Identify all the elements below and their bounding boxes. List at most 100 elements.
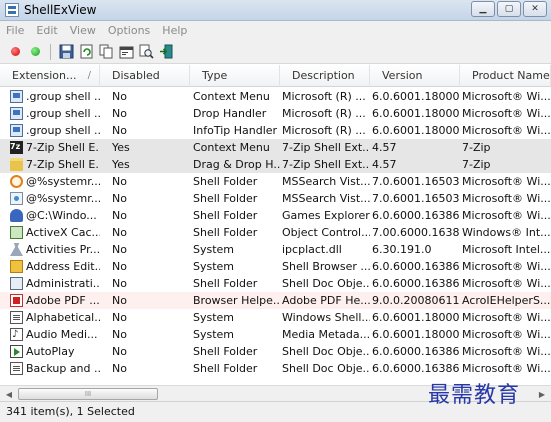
product-name-cell: Microsoft® Wi... [462,328,551,341]
column-header-description[interactable]: Description [280,65,370,87]
description-cell: Games Explorer [282,209,370,222]
extension-cell: .group shell ... [0,105,100,122]
window-title: ShellExView [24,3,97,17]
type-cell: Browser Helpe... [193,294,280,307]
disabled-cell: No [112,107,127,120]
extension-name: @C:\Windo... [26,209,97,222]
description-cell: Microsoft (R) ... [282,124,366,137]
list-header: Extension... / Disabled Type Description … [0,65,551,87]
menu-file[interactable]: File [0,24,30,37]
list-row[interactable]: ActiveX Cac... No Shell Folder Object Contr… [0,224,551,241]
version-cell: 6.0.6001.18000 ... [372,90,460,103]
extension-name: .group shell ... [26,107,100,120]
extension-name: 7-Zip Shell E... [26,141,100,154]
column-header-product-name[interactable]: Product Name [460,65,551,87]
scroll-left-icon[interactable]: ◀ [1,386,17,402]
type-cell: Shell Folder [193,226,258,239]
close-button[interactable]: ✕ [523,1,547,17]
type-cell: Context Menu [193,141,270,154]
audio-icon [10,326,23,343]
version-cell: 6.30.191.0 [372,243,432,256]
menu-help[interactable]: Help [156,24,193,37]
extension-cell: Administrati... [0,275,100,292]
description-cell: Shell Browser ... [282,260,370,273]
disabled-cell: No [112,311,127,324]
list-row[interactable]: Administrati... No Shell Folder Shell Doc O… [0,275,551,292]
list-row[interactable]: Adobe PDF ... No Browser Helpe... Adobe PDF… [0,292,551,309]
minimize-button[interactable]: ▁ [471,1,495,17]
extension-cell: @%systemr... [0,173,100,190]
version-cell: 6.0.6000.16386 ... [372,345,460,358]
column-header-disabled[interactable]: Disabled [100,65,190,87]
internet-explorer-icon [10,192,23,205]
find-icon [139,44,154,59]
toolbar-separator [50,43,51,60]
menu-view[interactable]: View [64,24,102,37]
disabled-cell: No [112,124,127,137]
enable-button[interactable] [26,43,44,61]
extension-name: Alphabetical... [26,311,100,324]
list-row[interactable]: Alphabetical... No System Windows Shell... 6… [0,309,551,326]
version-cell: 6.0.6000.16386 ... [372,277,460,290]
product-name-cell: Microsoft® Wi... [462,124,551,137]
maximize-button[interactable]: ▢ [497,1,521,17]
list-row[interactable]: Audio Medi... No System Media Metada...6.0.… [0,326,551,343]
exit-button[interactable] [157,43,175,61]
product-name-cell: Microsoft® Wi... [462,107,551,120]
column-header-type[interactable]: Type [190,65,280,87]
disabled-cell: No [112,209,127,222]
list-row[interactable]: AutoPlay No Shell Folder Shell Doc Obje... 6… [0,343,551,360]
column-header-extension[interactable]: Extension... / [0,65,100,87]
version-cell: 6.0.6000.16386 ... [372,209,460,222]
copy-button[interactable] [97,43,115,61]
description-cell: Media Metada... [282,328,370,341]
properties-button[interactable] [117,43,135,61]
7zip-icon [10,139,23,155]
refresh-button[interactable] [77,43,95,61]
list-row[interactable]: 7-Zip Shell E... Yes Context Menu 7-Zip She… [0,139,551,156]
disabled-cell: No [112,328,127,341]
column-header-label: Version [382,69,423,82]
refresh-icon [80,44,92,59]
extension-cell: @%systemr... [0,190,100,207]
list-row[interactable]: Address Edit... No System Shell Browser ...… [0,258,551,275]
enable-icon [30,47,40,56]
list-row[interactable]: @%systemr... No Shell Folder MSSearch Vist.… [0,190,551,207]
version-cell: 6.0.6000.16386 ... [372,260,460,273]
extension-cell: Address Edit... [0,258,100,275]
list-row[interactable]: .group shell ... No InfoTip Handler Microso… [0,122,551,139]
scroll-right-icon[interactable]: ▶ [534,386,550,402]
list-row[interactable]: @C:\Windo... No Shell Folder Games Explorer… [0,207,551,224]
list-row[interactable]: Backup and ... No Shell Folder Shell Doc Ob… [0,360,551,377]
list-row[interactable]: Activities Pr... No System ipcplact.dll 6.30… [0,241,551,258]
scroll-thumb[interactable]: III [18,388,158,400]
column-header-version[interactable]: Version [370,65,460,87]
list-row[interactable]: .group shell ... No Drop Handler Microsoft … [0,105,551,122]
extension-name: Adobe PDF ... [26,294,100,307]
save-button[interactable] [57,43,75,61]
version-cell: 6.0.6001.18000 ... [372,107,460,120]
list-row[interactable]: @%systemr... No Shell Folder MSSearch Vist.… [0,173,551,190]
product-name-cell: Microsoft® Wi... [462,175,551,188]
disabled-cell: No [112,90,127,103]
menu-options[interactable]: Options [102,24,156,37]
version-cell: 4.57 [372,141,397,154]
list-row[interactable]: .group shell ... No Context Menu Microsoft … [0,88,551,105]
version-cell: 7.0.6001.16503 ... [372,192,460,205]
menu-edit[interactable]: Edit [30,24,63,37]
product-name-cell: Microsoft® Wi... [462,311,551,324]
product-name-cell: Microsoft® Wi... [462,90,551,103]
disabled-cell: Yes [112,158,130,171]
description-cell: Shell Doc Obje... [282,345,370,358]
find-button[interactable] [137,43,155,61]
disable-icon [10,47,20,56]
type-cell: Drop Handler [193,107,267,120]
toolbar [0,40,551,64]
pdf-icon [10,294,23,307]
disable-button[interactable] [6,43,24,61]
type-cell: Shell Folder [193,345,258,358]
type-cell: Shell Folder [193,362,258,375]
list-row[interactable]: 7-Zip Shell E... Yes Drag & Drop H... 7-Zip… [0,156,551,173]
extension-cell: .group shell ... [0,122,100,139]
shell-extension-list[interactable]: Extension... / Disabled Type Description … [0,65,551,385]
